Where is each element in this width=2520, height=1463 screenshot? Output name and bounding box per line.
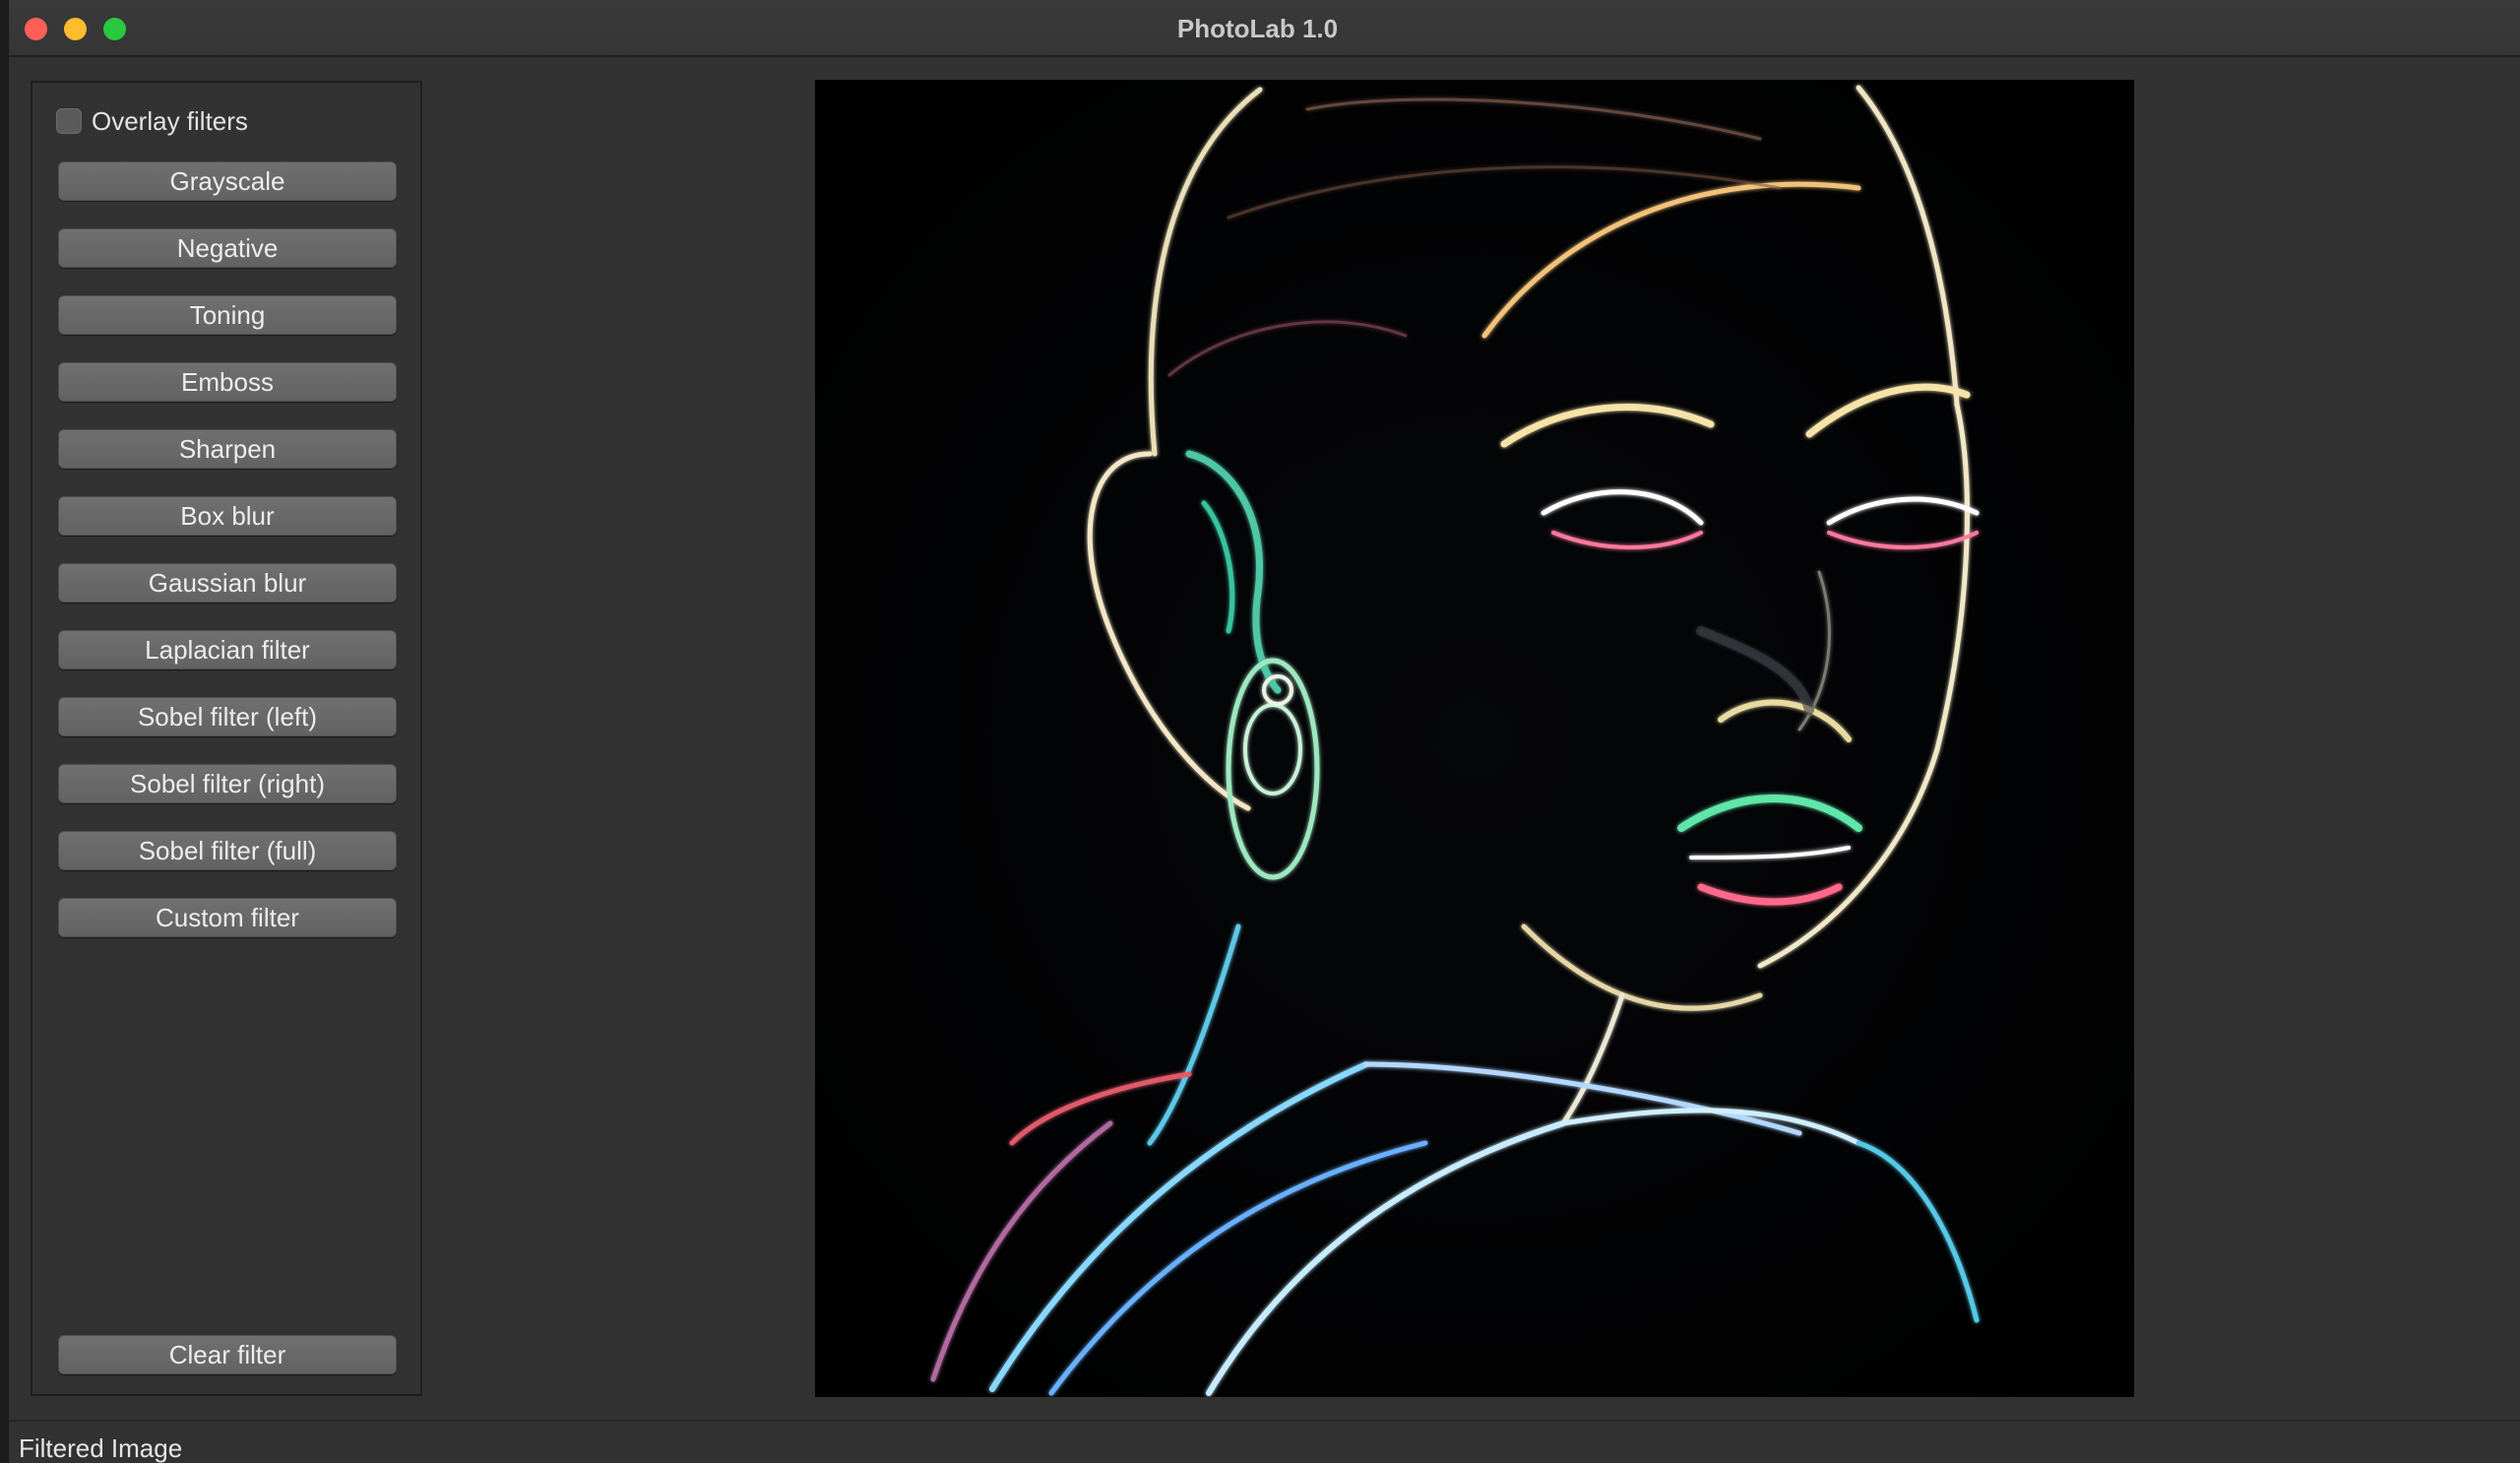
clear-filter-button[interactable]: Clear filter xyxy=(58,1335,397,1374)
sobel-right-button[interactable]: Sobel filter (right) xyxy=(58,764,397,803)
laplacian-filter-button[interactable]: Laplacian filter xyxy=(58,630,397,669)
overlay-filters-label: Overlay filters xyxy=(92,105,248,136)
window-title: PhotoLab 1.0 xyxy=(1176,14,1339,43)
gaussian-blur-button[interactable]: Gaussian blur xyxy=(58,563,397,603)
status-text: Filtered Image xyxy=(19,1433,183,1463)
overlay-filters-checkbox[interactable] xyxy=(56,108,82,134)
overlay-filters-toggle[interactable]: Overlay filters xyxy=(56,106,248,136)
sobel-left-button[interactable]: Sobel filter (left) xyxy=(58,697,397,736)
app-window: PhotoLab 1.0 Overlay filters Grayscale N… xyxy=(8,0,2520,1463)
emboss-button[interactable]: Emboss xyxy=(58,362,397,402)
sharpen-button[interactable]: Sharpen xyxy=(58,429,397,469)
filter-panel: Overlay filters Grayscale Negative Tonin… xyxy=(31,81,422,1396)
title-bar[interactable]: PhotoLab 1.0 xyxy=(9,0,2520,57)
filtered-portrait-image xyxy=(815,80,2134,1397)
status-bar: Filtered Image xyxy=(9,1420,2520,1463)
box-blur-button[interactable]: Box blur xyxy=(58,496,397,536)
custom-filter-button[interactable]: Custom filter xyxy=(58,898,397,937)
sobel-full-button[interactable]: Sobel filter (full) xyxy=(58,831,397,870)
toning-button[interactable]: Toning xyxy=(58,295,397,335)
filtered-image-canvas xyxy=(815,80,2134,1397)
negative-button[interactable]: Negative xyxy=(58,228,397,268)
grayscale-button[interactable]: Grayscale xyxy=(58,161,397,201)
